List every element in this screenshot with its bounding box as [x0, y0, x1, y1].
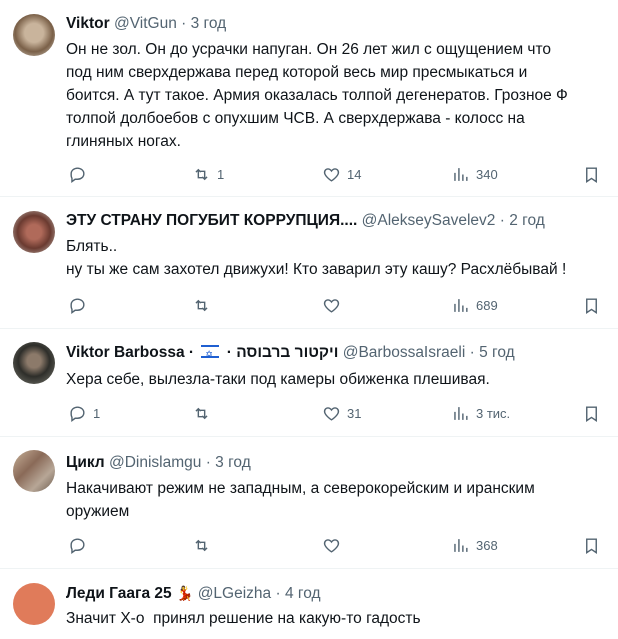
like-button[interactable]: 31	[322, 402, 361, 424]
retweet-icon	[195, 407, 208, 419]
author-handle[interactable]: @AlekseySavelev2	[362, 212, 496, 229]
avatar[interactable]	[13, 450, 55, 492]
bookmark-button[interactable]	[582, 163, 601, 185]
bookmark-icon	[586, 405, 597, 422]
author-name[interactable]: Леди Гаага 25	[66, 585, 172, 602]
israel-flag-icon	[201, 344, 220, 364]
timestamp[interactable]: 3 год	[191, 15, 227, 32]
tweet-actions: 1 31 3 тис.	[66, 402, 606, 424]
tweet-text: Блять.. ну ты же сам захотел движухи! Кто…	[66, 238, 567, 278]
author-name[interactable]: Viktor	[66, 15, 110, 32]
tweet-text: Накачивают режим не западным, а североко…	[66, 480, 535, 520]
retweet-icon	[195, 299, 208, 311]
analytics-icon	[454, 406, 468, 420]
views-button[interactable]: 340	[451, 163, 498, 185]
author-handle[interactable]: @LGeizha	[198, 585, 271, 602]
tweet[interactable]: Viktor @VitGun · 3 год Он не зол. Он до …	[0, 0, 618, 197]
retweet-button[interactable]	[192, 534, 217, 556]
heart-icon	[323, 538, 340, 553]
tweet[interactable]: ЭТУ СТРАНУ ПОГУБИТ КОРРУПЦИЯ.... @Alekse…	[0, 197, 618, 329]
tweet-header: Viktor Barbossa · · ויקטור ברבוסה @Barbo…	[66, 343, 515, 364]
analytics-icon	[454, 298, 468, 312]
like-button[interactable]	[322, 534, 347, 556]
author-name[interactable]: ЭТУ СТРАНУ ПОГУБИТ КОРРУПЦИЯ....	[66, 212, 357, 229]
like-button[interactable]	[322, 294, 347, 316]
author-handle[interactable]: @VitGun	[114, 15, 177, 32]
heart-icon	[323, 406, 340, 421]
separator: ·	[226, 344, 232, 361]
retweet-button[interactable]	[192, 294, 217, 316]
tweet-header: ЭТУ СТРАНУ ПОГУБИТ КОРРУПЦИЯ.... @Alekse…	[66, 211, 545, 231]
bookmark-button[interactable]	[582, 534, 601, 556]
tweet-header: Цикл @Dinislamgu · 3 год	[66, 453, 251, 473]
views-button[interactable]: 689	[451, 294, 498, 316]
bookmark-button[interactable]	[582, 294, 601, 316]
retweet-button[interactable]	[192, 402, 217, 424]
reply-icon	[70, 297, 85, 314]
like-button[interactable]: 14	[322, 163, 361, 185]
tweet-header: Леди Гаага 25 💃 @LGeizha · 4 год	[66, 583, 321, 604]
avatar[interactable]	[13, 211, 55, 253]
tweet-actions: 368	[66, 534, 606, 556]
timestamp[interactable]: 3 год	[215, 454, 251, 471]
tweet[interactable]: Леди Гаага 25 💃 @LGeizha · 4 год Значит …	[0, 569, 618, 639]
bookmark-icon	[586, 537, 597, 554]
retweet-button[interactable]: 1	[192, 163, 224, 185]
reply-button[interactable]	[68, 163, 93, 185]
reply-icon	[70, 166, 85, 183]
dancer-emoji-icon: 💃	[175, 585, 194, 601]
bookmark-icon	[586, 297, 597, 314]
tweet-actions: 689	[66, 294, 606, 316]
reply-icon	[70, 537, 85, 554]
author-name-hebrew[interactable]: ויקטור ברבוסה	[236, 344, 338, 361]
separator: ·	[188, 344, 195, 361]
tweet[interactable]: Viktor Barbossa · · ויקטור ברבוסה @Barbo…	[0, 329, 618, 437]
avatar[interactable]	[13, 14, 55, 56]
heart-icon	[323, 167, 340, 182]
tweet-text: Хера себе, вылезла-таки под камеры обиже…	[66, 371, 490, 388]
reply-icon	[70, 405, 85, 422]
retweet-icon	[195, 539, 208, 551]
views-button[interactable]: 368	[451, 534, 498, 556]
heart-icon	[323, 298, 340, 313]
timestamp[interactable]: 5 год	[479, 344, 515, 361]
reply-button[interactable]	[68, 534, 93, 556]
bookmark-icon	[586, 166, 597, 183]
avatar[interactable]	[13, 342, 55, 384]
reply-button[interactable]: 1	[68, 402, 100, 424]
avatar[interactable]	[13, 583, 55, 625]
timestamp[interactable]: 4 год	[285, 585, 321, 602]
tweet-actions: 1 14 340	[66, 163, 606, 185]
timestamp[interactable]: 2 год	[509, 212, 545, 229]
reply-button[interactable]	[68, 294, 93, 316]
separator: ·	[275, 585, 281, 602]
author-name[interactable]: Viktor Barbossa	[66, 344, 185, 361]
retweet-icon	[195, 168, 208, 180]
tweet-text: Значит Х-о принял решение на какую-то га…	[66, 610, 421, 627]
bookmark-button[interactable]	[582, 402, 601, 424]
author-name[interactable]: Цикл	[66, 454, 105, 471]
author-handle[interactable]: @Dinislamgu	[109, 454, 201, 471]
views-button[interactable]: 3 тис.	[451, 402, 510, 424]
separator: ·	[469, 344, 475, 361]
separator: ·	[181, 15, 187, 32]
tweet[interactable]: Цикл @Dinislamgu · 3 год Накачивают режи…	[0, 437, 618, 569]
tweet-text: Он не зол. Он до усрачки напуган. Он 26 …	[66, 41, 568, 150]
separator: ·	[205, 454, 211, 471]
tweet-header: Viktor @VitGun · 3 год	[66, 14, 226, 34]
analytics-icon	[454, 167, 468, 181]
separator: ·	[499, 212, 505, 229]
analytics-icon	[454, 538, 468, 552]
author-handle[interactable]: @BarbossaIsraeli	[343, 344, 466, 361]
